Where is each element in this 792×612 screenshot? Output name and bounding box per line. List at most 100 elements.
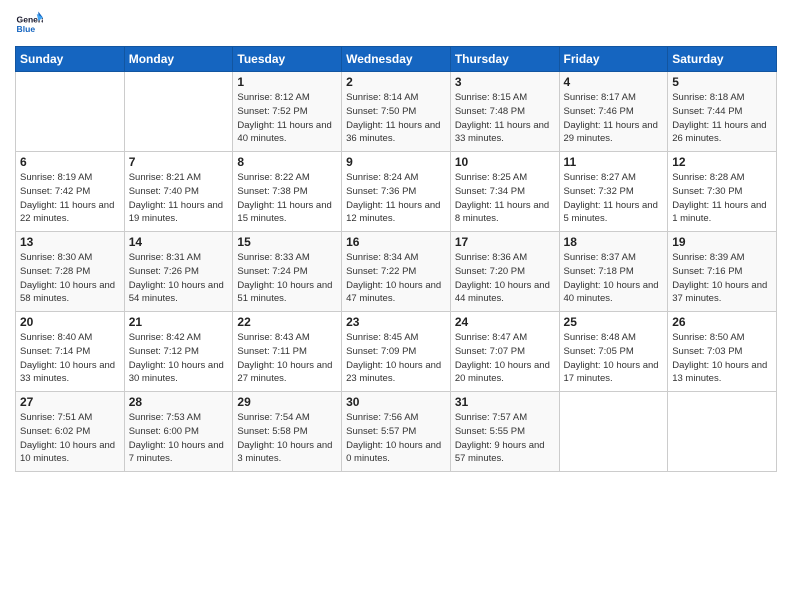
col-wednesday: Wednesday — [342, 47, 451, 72]
day-info: Sunrise: 7:53 AMSunset: 6:00 PMDaylight:… — [129, 411, 229, 466]
day-info: Sunrise: 8:31 AMSunset: 7:26 PMDaylight:… — [129, 251, 229, 306]
day-number: 27 — [20, 395, 120, 409]
col-saturday: Saturday — [668, 47, 777, 72]
day-number: 12 — [672, 155, 772, 169]
table-row — [559, 392, 668, 472]
col-tuesday: Tuesday — [233, 47, 342, 72]
day-info: Sunrise: 8:21 AMSunset: 7:40 PMDaylight:… — [129, 171, 229, 226]
table-row: 5 Sunrise: 8:18 AMSunset: 7:44 PMDaylight… — [668, 72, 777, 152]
day-number: 6 — [20, 155, 120, 169]
day-info: Sunrise: 8:24 AMSunset: 7:36 PMDaylight:… — [346, 171, 446, 226]
day-info: Sunrise: 8:34 AMSunset: 7:22 PMDaylight:… — [346, 251, 446, 306]
col-monday: Monday — [124, 47, 233, 72]
day-info: Sunrise: 7:51 AMSunset: 6:02 PMDaylight:… — [20, 411, 120, 466]
day-number: 13 — [20, 235, 120, 249]
day-number: 22 — [237, 315, 337, 329]
table-row: 25 Sunrise: 8:48 AMSunset: 7:05 PMDayligh… — [559, 312, 668, 392]
day-info: Sunrise: 8:28 AMSunset: 7:30 PMDaylight:… — [672, 171, 772, 226]
table-row: 28Sunrise: 7:53 AMSunset: 6:00 PMDayligh… — [124, 392, 233, 472]
table-row: 14 Sunrise: 8:31 AMSunset: 7:26 PMDayligh… — [124, 232, 233, 312]
table-row: 16 Sunrise: 8:34 AMSunset: 7:22 PMDayligh… — [342, 232, 451, 312]
calendar-week-row: 6 Sunrise: 8:19 AMSunset: 7:42 PMDaylight… — [16, 152, 777, 232]
day-info: Sunrise: 8:36 AMSunset: 7:20 PMDaylight:… — [455, 251, 555, 306]
day-number: 17 — [455, 235, 555, 249]
day-number: 18 — [564, 235, 664, 249]
day-number: 26 — [672, 315, 772, 329]
day-number: 21 — [129, 315, 229, 329]
table-row: 12 Sunrise: 8:28 AMSunset: 7:30 PMDayligh… — [668, 152, 777, 232]
table-row: 4Sunrise: 8:17 AMSunset: 7:46 PMDaylight… — [559, 72, 668, 152]
day-info: Sunrise: 8:47 AMSunset: 7:07 PMDaylight:… — [455, 331, 555, 386]
table-row — [668, 392, 777, 472]
table-row: 2 Sunrise: 8:14 AMSunset: 7:50 PMDaylight… — [342, 72, 451, 152]
day-info: Sunrise: 7:57 AMSunset: 5:55 PMDaylight:… — [455, 411, 555, 466]
day-info: Sunrise: 8:15 AMSunset: 7:48 PMDaylight:… — [455, 91, 555, 146]
day-info: Sunrise: 8:18 AMSunset: 7:44 PMDaylight:… — [672, 91, 772, 146]
table-row: 17 Sunrise: 8:36 AMSunset: 7:20 PMDayligh… — [450, 232, 559, 312]
day-number: 10 — [455, 155, 555, 169]
day-number: 30 — [346, 395, 446, 409]
table-row: 3 Sunrise: 8:15 AMSunset: 7:48 PMDaylight… — [450, 72, 559, 152]
table-row — [124, 72, 233, 152]
table-row: 27 Sunrise: 7:51 AMSunset: 6:02 PMDayligh… — [16, 392, 125, 472]
calendar-week-row: 20 Sunrise: 8:40 AMSunset: 7:14 PMDayligh… — [16, 312, 777, 392]
day-number: 2 — [346, 75, 446, 89]
day-info: Sunrise: 8:40 AMSunset: 7:14 PMDaylight:… — [20, 331, 120, 386]
table-row: 21 Sunrise: 8:42 AMSunset: 7:12 PMDayligh… — [124, 312, 233, 392]
day-info: Sunrise: 8:19 AMSunset: 7:42 PMDaylight:… — [20, 171, 120, 226]
logo-icon: General Blue — [15, 10, 43, 38]
day-info: Sunrise: 8:12 AMSunset: 7:52 PMDaylight:… — [237, 91, 337, 146]
table-row: 18 Sunrise: 8:37 AMSunset: 7:18 PMDayligh… — [559, 232, 668, 312]
day-number: 24 — [455, 315, 555, 329]
day-info: Sunrise: 8:42 AMSunset: 7:12 PMDaylight:… — [129, 331, 229, 386]
day-number: 25 — [564, 315, 664, 329]
day-info: Sunrise: 8:50 AMSunset: 7:03 PMDaylight:… — [672, 331, 772, 386]
day-number: 14 — [129, 235, 229, 249]
day-info: Sunrise: 8:37 AMSunset: 7:18 PMDaylight:… — [564, 251, 664, 306]
table-row: 6 Sunrise: 8:19 AMSunset: 7:42 PMDaylight… — [16, 152, 125, 232]
day-info: Sunrise: 8:33 AMSunset: 7:24 PMDaylight:… — [237, 251, 337, 306]
table-row: 15Sunrise: 8:33 AMSunset: 7:24 PMDayligh… — [233, 232, 342, 312]
day-number: 4 — [564, 75, 664, 89]
table-row: 10 Sunrise: 8:25 AMSunset: 7:34 PMDayligh… — [450, 152, 559, 232]
day-number: 11 — [564, 155, 664, 169]
day-info: Sunrise: 8:45 AMSunset: 7:09 PMDaylight:… — [346, 331, 446, 386]
day-info: Sunrise: 8:48 AMSunset: 7:05 PMDaylight:… — [564, 331, 664, 386]
table-row — [16, 72, 125, 152]
col-friday: Friday — [559, 47, 668, 72]
day-number: 3 — [455, 75, 555, 89]
day-info: Sunrise: 7:56 AMSunset: 5:57 PMDaylight:… — [346, 411, 446, 466]
logo: General Blue — [15, 10, 45, 38]
table-row: 13 Sunrise: 8:30 AMSunset: 7:28 PMDayligh… — [16, 232, 125, 312]
header: General Blue — [15, 10, 777, 38]
day-number: 16 — [346, 235, 446, 249]
table-row: 11 Sunrise: 8:27 AMSunset: 7:32 PMDayligh… — [559, 152, 668, 232]
table-row: 7Sunrise: 8:21 AMSunset: 7:40 PMDaylight… — [124, 152, 233, 232]
day-info: Sunrise: 8:30 AMSunset: 7:28 PMDaylight:… — [20, 251, 120, 306]
day-number: 9 — [346, 155, 446, 169]
svg-text:Blue: Blue — [17, 24, 36, 34]
day-number: 1 — [237, 75, 337, 89]
col-sunday: Sunday — [16, 47, 125, 72]
day-info: Sunrise: 8:27 AMSunset: 7:32 PMDaylight:… — [564, 171, 664, 226]
day-number: 29 — [237, 395, 337, 409]
table-row: 1 Sunrise: 8:12 AMSunset: 7:52 PMDaylight… — [233, 72, 342, 152]
table-row: 22 Sunrise: 8:43 AMSunset: 7:11 PMDayligh… — [233, 312, 342, 392]
calendar-week-row: 1 Sunrise: 8:12 AMSunset: 7:52 PMDaylight… — [16, 72, 777, 152]
day-info: Sunrise: 8:25 AMSunset: 7:34 PMDaylight:… — [455, 171, 555, 226]
day-info: Sunrise: 8:43 AMSunset: 7:11 PMDaylight:… — [237, 331, 337, 386]
day-number: 8 — [237, 155, 337, 169]
calendar-page: General Blue Sunday Monday Tuesday — [0, 0, 792, 612]
calendar-table: Sunday Monday Tuesday Wednesday Thursday… — [15, 46, 777, 472]
day-info: Sunrise: 8:39 AMSunset: 7:16 PMDaylight:… — [672, 251, 772, 306]
table-row: 31Sunrise: 7:57 AMSunset: 5:55 PMDayligh… — [450, 392, 559, 472]
table-row: 8 Sunrise: 8:22 AMSunset: 7:38 PMDaylight… — [233, 152, 342, 232]
day-info: Sunrise: 8:22 AMSunset: 7:38 PMDaylight:… — [237, 171, 337, 226]
col-thursday: Thursday — [450, 47, 559, 72]
table-row: 9 Sunrise: 8:24 AMSunset: 7:36 PMDaylight… — [342, 152, 451, 232]
calendar-week-row: 27 Sunrise: 7:51 AMSunset: 6:02 PMDayligh… — [16, 392, 777, 472]
day-number: 20 — [20, 315, 120, 329]
day-number: 5 — [672, 75, 772, 89]
table-row: 30 Sunrise: 7:56 AMSunset: 5:57 PMDayligh… — [342, 392, 451, 472]
day-info: Sunrise: 8:14 AMSunset: 7:50 PMDaylight:… — [346, 91, 446, 146]
